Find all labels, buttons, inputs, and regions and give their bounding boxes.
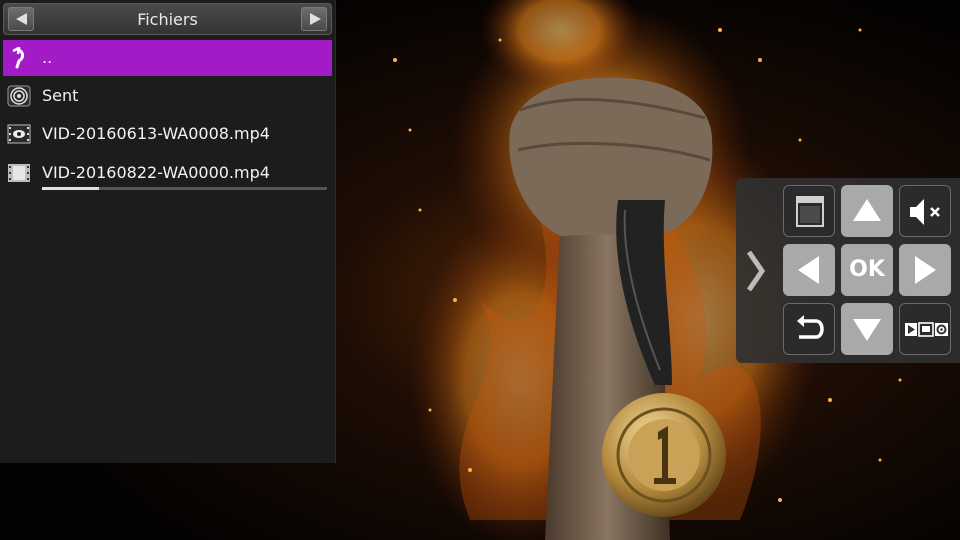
player-settings-button[interactable]	[899, 303, 951, 355]
back-icon	[797, 315, 824, 339]
file-label: Sent	[42, 86, 79, 105]
arrow-right-icon	[915, 256, 936, 284]
window-toggle-icon	[796, 196, 824, 227]
back-button[interactable]	[783, 303, 835, 355]
window-toggle-button[interactable]	[783, 185, 835, 237]
remote-control-pad: OK	[736, 178, 960, 363]
ok-label: OK	[849, 257, 885, 282]
video-file-icon	[8, 164, 30, 182]
file-label: VID-20160613-WA0008.mp4	[42, 124, 270, 143]
ok-button[interactable]: OK	[841, 244, 893, 296]
file-item-parent[interactable]: ..	[3, 40, 332, 76]
file-item-video[interactable]: VID-20160613-WA0008.mp4	[3, 116, 332, 152]
file-label: ..	[42, 48, 53, 67]
up-button[interactable]	[841, 185, 893, 237]
playback-progress-bar	[42, 187, 327, 190]
chevron-right-icon[interactable]	[745, 250, 767, 292]
mute-icon	[910, 199, 940, 225]
playback-progress-fill	[42, 187, 99, 190]
previous-button[interactable]	[8, 7, 34, 31]
arrow-left-icon	[16, 13, 27, 25]
right-button[interactable]	[899, 244, 951, 296]
panel-title: Fichiers	[137, 10, 198, 29]
player-settings-icon	[905, 322, 948, 337]
mute-button[interactable]	[899, 185, 951, 237]
parent-folder-icon	[12, 47, 25, 69]
down-button[interactable]	[841, 303, 893, 355]
folder-icon	[7, 85, 31, 107]
file-browser-panel: Fichiers .. Sent VID-20160613-WA0008.mp4…	[0, 0, 336, 463]
arrow-up-icon	[853, 199, 881, 221]
arrow-left-icon	[798, 256, 819, 284]
file-item-video[interactable]: VID-20160822-WA0000.mp4	[3, 155, 332, 191]
arrow-right-icon	[310, 13, 321, 25]
next-button[interactable]	[301, 7, 327, 31]
file-label: VID-20160822-WA0000.mp4	[42, 163, 270, 182]
panel-header: Fichiers	[3, 3, 332, 35]
left-button[interactable]	[783, 244, 835, 296]
arrow-down-icon	[853, 319, 881, 341]
file-item-sent[interactable]: Sent	[3, 78, 332, 114]
watched-video-icon	[7, 124, 31, 144]
